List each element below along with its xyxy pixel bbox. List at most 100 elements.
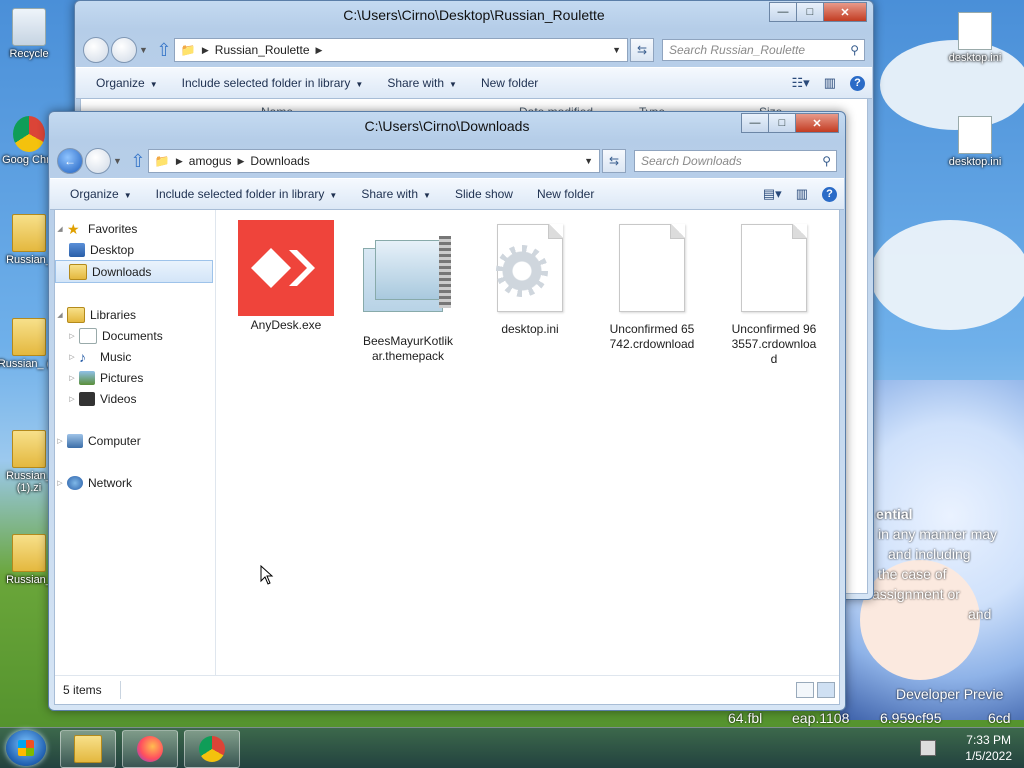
chevron-right-icon[interactable]: ▶ bbox=[176, 156, 183, 167]
back-button[interactable] bbox=[83, 37, 109, 63]
chevron-right-icon[interactable]: ▶ bbox=[238, 156, 245, 167]
wallpaper-text: Developer Previe bbox=[896, 686, 1004, 702]
breadcrumb-segment[interactable]: amogus bbox=[183, 154, 238, 168]
expand-arrow-icon[interactable]: ▷ bbox=[67, 332, 77, 340]
tree-favorites[interactable]: ◢ ★ Favorites bbox=[55, 218, 215, 239]
file-item[interactable]: AnyDesk.exe bbox=[225, 220, 347, 367]
tree-item-music[interactable]: ▷ ♪ Music bbox=[55, 346, 215, 367]
wallpaper-text: the case of bbox=[878, 566, 947, 582]
tree-label: Computer bbox=[88, 433, 141, 448]
recent-pages-dropdown[interactable]: ▼ bbox=[139, 45, 148, 55]
expand-arrow-icon[interactable]: ▷ bbox=[55, 479, 65, 487]
tree-item-desktop[interactable]: Desktop bbox=[55, 239, 215, 260]
file-name: Unconfirmed 963557.crdownload bbox=[731, 322, 817, 366]
breadcrumb-segment[interactable]: Russian_Roulette bbox=[209, 43, 316, 57]
themepack-icon bbox=[360, 236, 456, 332]
explorer-window-downloads[interactable]: C:\Users\Cirno\Downloads — □ ✕ ← ▼ ⇧ 📁 ▶… bbox=[48, 111, 846, 711]
refresh-button[interactable]: ⇆ bbox=[630, 38, 654, 62]
desktop-icon-ini[interactable]: desktop.ini bbox=[940, 12, 1010, 64]
action-center-flag-icon[interactable] bbox=[920, 740, 936, 756]
desktop-icon-label: desktop.ini bbox=[948, 52, 1002, 64]
desktop-icon-ini[interactable]: desktop.ini bbox=[940, 116, 1010, 168]
file-name: desktop.ini bbox=[501, 322, 559, 336]
desktop-icon-recycle-bin[interactable]: Recycle bbox=[0, 8, 64, 60]
desktop-icon-label: desktop.ini bbox=[948, 156, 1002, 168]
wallpaper-text: 6cd bbox=[988, 710, 1011, 726]
help-icon[interactable]: ? bbox=[822, 186, 837, 202]
taskbar-explorer-button[interactable] bbox=[60, 730, 116, 768]
maximize-button[interactable]: □ bbox=[768, 113, 796, 133]
address-dropdown[interactable]: ▼ bbox=[606, 45, 627, 55]
include-in-library-menu[interactable]: Include selected folder in library ▼ bbox=[144, 187, 350, 201]
search-icon[interactable]: ⚲ bbox=[850, 43, 859, 57]
organize-menu[interactable]: Organize ▼ bbox=[58, 187, 144, 201]
forward-button[interactable] bbox=[111, 37, 137, 63]
refresh-button[interactable]: ⇆ bbox=[602, 149, 626, 173]
close-button[interactable]: ✕ bbox=[823, 2, 867, 22]
tree-network[interactable]: ▷ Network bbox=[55, 472, 215, 493]
tree-item-documents[interactable]: ▷ Documents bbox=[55, 325, 215, 346]
file-item[interactable]: Unconfirmed 65742.crdownload bbox=[591, 220, 713, 367]
up-arrow-icon[interactable]: ⇧ bbox=[154, 40, 174, 61]
window-title: C:\Users\Cirno\Desktop\Russian_Roulette bbox=[343, 7, 605, 23]
file-item[interactable]: BeesMayurKotlikar.themepack bbox=[347, 220, 469, 367]
navigation-pane: ◢ ★ Favorites Desktop Downloads ◢ Librar… bbox=[55, 210, 216, 676]
search-icon[interactable]: ⚲ bbox=[822, 154, 831, 168]
views-icon[interactable]: ▤▾ bbox=[763, 186, 782, 202]
new-folder-button[interactable]: New folder bbox=[525, 187, 606, 201]
share-with-menu[interactable]: Share with ▼ bbox=[349, 187, 443, 201]
tree-item-pictures[interactable]: ▷ Pictures bbox=[55, 367, 215, 388]
help-icon[interactable]: ? bbox=[850, 75, 865, 91]
slide-show-button[interactable]: Slide show bbox=[443, 187, 525, 201]
share-with-menu[interactable]: Share with ▼ bbox=[375, 76, 469, 90]
folder-icon bbox=[12, 214, 46, 252]
taskbar-firefox-button[interactable] bbox=[122, 730, 178, 768]
clock-date: 1/5/2022 bbox=[965, 749, 1012, 763]
expand-arrow-icon[interactable]: ▷ bbox=[67, 353, 77, 361]
tree-item-downloads[interactable]: Downloads bbox=[55, 260, 213, 283]
preview-pane-icon[interactable]: ▥ bbox=[824, 75, 836, 91]
start-button[interactable] bbox=[6, 730, 46, 766]
tree-computer[interactable]: ▷ Computer bbox=[55, 430, 215, 451]
expand-arrow-icon[interactable]: ◢ bbox=[55, 225, 65, 233]
include-in-library-menu[interactable]: Include selected folder in library ▼ bbox=[170, 76, 376, 90]
address-bar[interactable]: 📁 ▶ amogus ▶ Downloads ▼ bbox=[147, 149, 600, 173]
caption-buttons: — □ ✕ bbox=[769, 2, 867, 22]
videos-icon bbox=[79, 391, 95, 406]
window-body: ◢ ★ Favorites Desktop Downloads ◢ Librar… bbox=[54, 209, 840, 705]
preview-pane-icon[interactable]: ▥ bbox=[796, 186, 808, 202]
file-item[interactable]: desktop.ini bbox=[469, 220, 591, 367]
expand-arrow-icon[interactable]: ◢ bbox=[55, 311, 65, 319]
new-folder-button[interactable]: New folder bbox=[469, 76, 550, 90]
views-icon[interactable]: ☷▾ bbox=[792, 75, 810, 91]
large-icons-view-icon[interactable] bbox=[817, 682, 835, 698]
maximize-button[interactable]: □ bbox=[796, 2, 824, 22]
folder-icon: 📁 bbox=[180, 43, 196, 57]
close-button[interactable]: ✕ bbox=[795, 113, 839, 133]
system-clock[interactable]: 7:33 PM 1/5/2022 bbox=[965, 732, 1012, 764]
back-button[interactable]: ← bbox=[57, 148, 83, 174]
tree-item-videos[interactable]: ▷ Videos bbox=[55, 388, 215, 409]
chevron-right-icon[interactable]: ▶ bbox=[316, 45, 323, 56]
tree-libraries[interactable]: ◢ Libraries bbox=[55, 304, 215, 325]
minimize-button[interactable]: — bbox=[769, 2, 797, 22]
up-arrow-icon[interactable]: ⇧ bbox=[128, 151, 148, 172]
expand-arrow-icon[interactable]: ▷ bbox=[55, 437, 65, 445]
search-input[interactable]: Search Downloads ⚲ bbox=[634, 150, 837, 172]
chevron-right-icon[interactable]: ▶ bbox=[202, 45, 209, 56]
breadcrumb-segment[interactable]: Downloads bbox=[244, 154, 315, 168]
details-view-icon[interactable] bbox=[796, 682, 814, 698]
address-bar[interactable]: 📁 ▶ Russian_Roulette ▶ ▼ bbox=[173, 38, 628, 62]
file-item[interactable]: Unconfirmed 963557.crdownload bbox=[713, 220, 835, 367]
minimize-button[interactable]: — bbox=[741, 113, 769, 133]
expand-arrow-icon[interactable]: ▷ bbox=[67, 395, 77, 403]
status-bar: 5 items bbox=[55, 675, 839, 704]
forward-button[interactable] bbox=[85, 148, 111, 174]
search-input[interactable]: Search Russian_Roulette ⚲ bbox=[662, 39, 865, 61]
organize-menu[interactable]: Organize ▼ bbox=[84, 76, 170, 90]
blank-file-icon bbox=[604, 224, 700, 320]
taskbar-chrome-button[interactable] bbox=[184, 730, 240, 768]
address-dropdown[interactable]: ▼ bbox=[578, 156, 599, 166]
recent-pages-dropdown[interactable]: ▼ bbox=[113, 156, 122, 166]
expand-arrow-icon[interactable]: ▷ bbox=[67, 374, 77, 382]
